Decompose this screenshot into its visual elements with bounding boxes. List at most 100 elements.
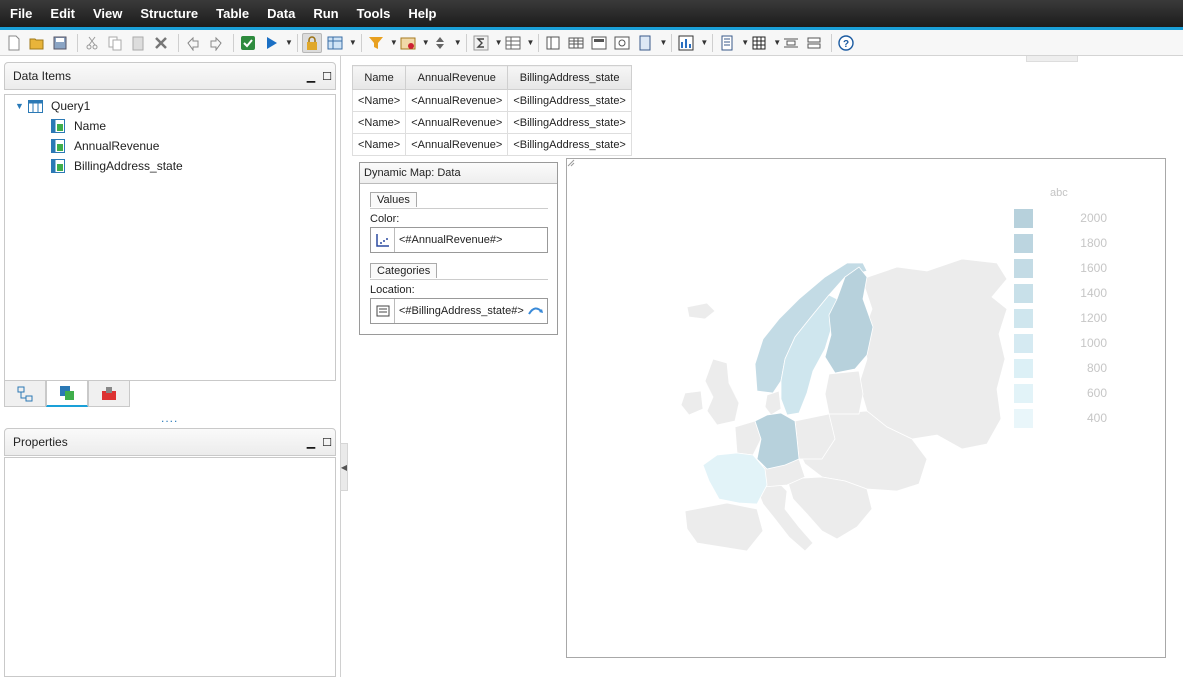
legend-swatch xyxy=(1014,284,1033,303)
categories-section: Categories xyxy=(370,263,548,280)
table-cell[interactable]: <AnnualRevenue> xyxy=(405,89,509,112)
drill-arrow-icon[interactable] xyxy=(525,304,547,318)
map-region-baltic-states[interactable] xyxy=(824,370,864,415)
menu-file[interactable]: File xyxy=(6,6,42,21)
table-cell[interactable]: <BillingAddress_state> xyxy=(507,89,632,112)
calc-icon[interactable] xyxy=(398,33,418,53)
chart-dropdown-icon[interactable]: ▼ xyxy=(700,38,708,47)
panel-icon[interactable] xyxy=(543,33,563,53)
map-region-denmark[interactable] xyxy=(764,390,782,416)
page-dropdown-icon[interactable]: ▼ xyxy=(659,38,667,47)
column-header[interactable]: AnnualRevenue xyxy=(405,65,509,90)
map-region-russia[interactable] xyxy=(858,258,1008,450)
expand-arrow-icon[interactable]: ▼ xyxy=(15,101,25,111)
menu-edit[interactable]: Edit xyxy=(46,6,85,21)
table-cell[interactable]: <AnnualRevenue> xyxy=(405,111,509,134)
open-icon[interactable] xyxy=(27,33,47,53)
table-cell[interactable]: <Name> xyxy=(351,133,407,156)
data-items-title: Data Items xyxy=(13,69,72,83)
menu-view[interactable]: View xyxy=(89,6,132,21)
lock-icon[interactable] xyxy=(301,32,322,53)
table-cell[interactable]: <Name> xyxy=(351,89,407,112)
tree-item-field[interactable]: AnnualRevenue xyxy=(51,137,159,155)
tree-item-query[interactable]: ▼ Query1 xyxy=(15,97,90,115)
grid-dropdown-icon[interactable]: ▼ xyxy=(773,38,781,47)
run-icon[interactable] xyxy=(261,33,281,53)
page-icon[interactable] xyxy=(635,33,655,53)
column-header[interactable]: BillingAddress_state xyxy=(507,65,632,90)
sort-dropdown-icon[interactable]: ▼ xyxy=(454,38,462,47)
table-cell[interactable]: <BillingAddress_state> xyxy=(507,133,632,156)
minimize-icon[interactable]: ▁ xyxy=(303,70,319,83)
color-slot[interactable]: <#AnnualRevenue#> xyxy=(370,227,548,253)
cut-icon[interactable] xyxy=(82,33,102,53)
column-header[interactable]: Name xyxy=(351,65,407,90)
layout-icon[interactable] xyxy=(589,33,609,53)
tree-item-field[interactable]: BillingAddress_state xyxy=(51,157,183,175)
paste-icon[interactable] xyxy=(128,33,148,53)
query-icon[interactable] xyxy=(325,33,345,53)
top-scroll-handle[interactable] xyxy=(1026,56,1078,62)
delete-icon[interactable] xyxy=(151,33,171,53)
menu-bar: File Edit View Structure Table Data Run Tools He… xyxy=(0,0,1183,27)
table-cell[interactable]: <BillingAddress_state> xyxy=(507,111,632,134)
map-region-france[interactable] xyxy=(702,452,768,505)
menu-structure[interactable]: Structure xyxy=(136,6,208,21)
menu-data[interactable]: Data xyxy=(263,6,305,21)
map-region-germany[interactable] xyxy=(754,412,800,470)
map-region-uk[interactable] xyxy=(704,358,740,426)
calc-dropdown-icon[interactable]: ▼ xyxy=(422,38,430,47)
values-tab[interactable]: Values xyxy=(370,192,417,207)
delete-row-icon[interactable] xyxy=(804,33,824,53)
run-dropdown-icon[interactable]: ▼ xyxy=(285,38,293,47)
maximize-icon[interactable]: ☐ xyxy=(319,436,335,449)
vertical-splitter[interactable] xyxy=(340,56,341,677)
new-icon[interactable] xyxy=(4,33,24,53)
map-region-iberia[interactable] xyxy=(684,502,764,552)
minimize-icon[interactable]: ▁ xyxy=(303,436,319,449)
query-dropdown-icon[interactable]: ▼ xyxy=(349,38,357,47)
categories-tab[interactable]: Categories xyxy=(370,263,438,278)
help-icon[interactable]: ? xyxy=(836,33,856,53)
tree-item-field[interactable]: Name xyxy=(51,117,106,135)
sum-dropdown-icon[interactable]: ▼ xyxy=(495,38,503,47)
menu-run[interactable]: Run xyxy=(309,6,348,21)
report-dropdown-icon[interactable]: ▼ xyxy=(741,38,749,47)
legend-value: 1000 xyxy=(1080,336,1107,350)
menu-tools[interactable]: Tools xyxy=(353,6,401,21)
validate-icon[interactable] xyxy=(238,33,258,53)
sum-icon[interactable] xyxy=(471,33,491,53)
tab-styles[interactable] xyxy=(88,381,130,407)
toolbar-separator xyxy=(831,33,833,52)
filter-dropdown-icon[interactable]: ▼ xyxy=(390,38,398,47)
maximize-icon[interactable]: ☐ xyxy=(319,70,335,83)
map-region-ireland[interactable] xyxy=(680,390,704,416)
save-icon[interactable] xyxy=(50,33,70,53)
sort-icon[interactable] xyxy=(430,33,450,53)
menu-table[interactable]: Table xyxy=(212,6,259,21)
tab-data-items[interactable] xyxy=(46,381,88,407)
report-icon[interactable] xyxy=(717,33,737,53)
collapse-handle[interactable]: ◀ xyxy=(340,443,348,491)
group-icon[interactable] xyxy=(503,33,523,53)
chart-icon[interactable] xyxy=(676,33,696,53)
splitter-dots[interactable]: .... xyxy=(161,411,178,425)
menu-help[interactable]: Help xyxy=(404,6,446,21)
tab-structure[interactable] xyxy=(4,381,46,407)
refresh-icon[interactable] xyxy=(612,33,632,53)
map-region-iceland[interactable] xyxy=(686,302,716,320)
map-preview[interactable]: abc 2000 1800 1600 1400 1200 1000 800 600 400 xyxy=(566,158,1166,658)
redo-icon[interactable] xyxy=(206,33,226,53)
insert-row-icon[interactable] xyxy=(781,33,801,53)
copy-icon[interactable] xyxy=(105,33,125,53)
table-cell[interactable]: <AnnualRevenue> xyxy=(405,133,509,156)
location-slot[interactable]: <#BillingAddress_state#> xyxy=(370,298,548,324)
undo-icon[interactable] xyxy=(183,33,203,53)
filter-icon[interactable] xyxy=(366,33,386,53)
table-icon[interactable] xyxy=(566,33,586,53)
group-dropdown-icon[interactable]: ▼ xyxy=(527,38,535,47)
grid-icon[interactable] xyxy=(749,33,769,53)
resize-grip-icon[interactable] xyxy=(567,159,575,167)
table-cell[interactable]: <Name> xyxy=(351,111,407,134)
toolbar-separator xyxy=(671,33,673,52)
